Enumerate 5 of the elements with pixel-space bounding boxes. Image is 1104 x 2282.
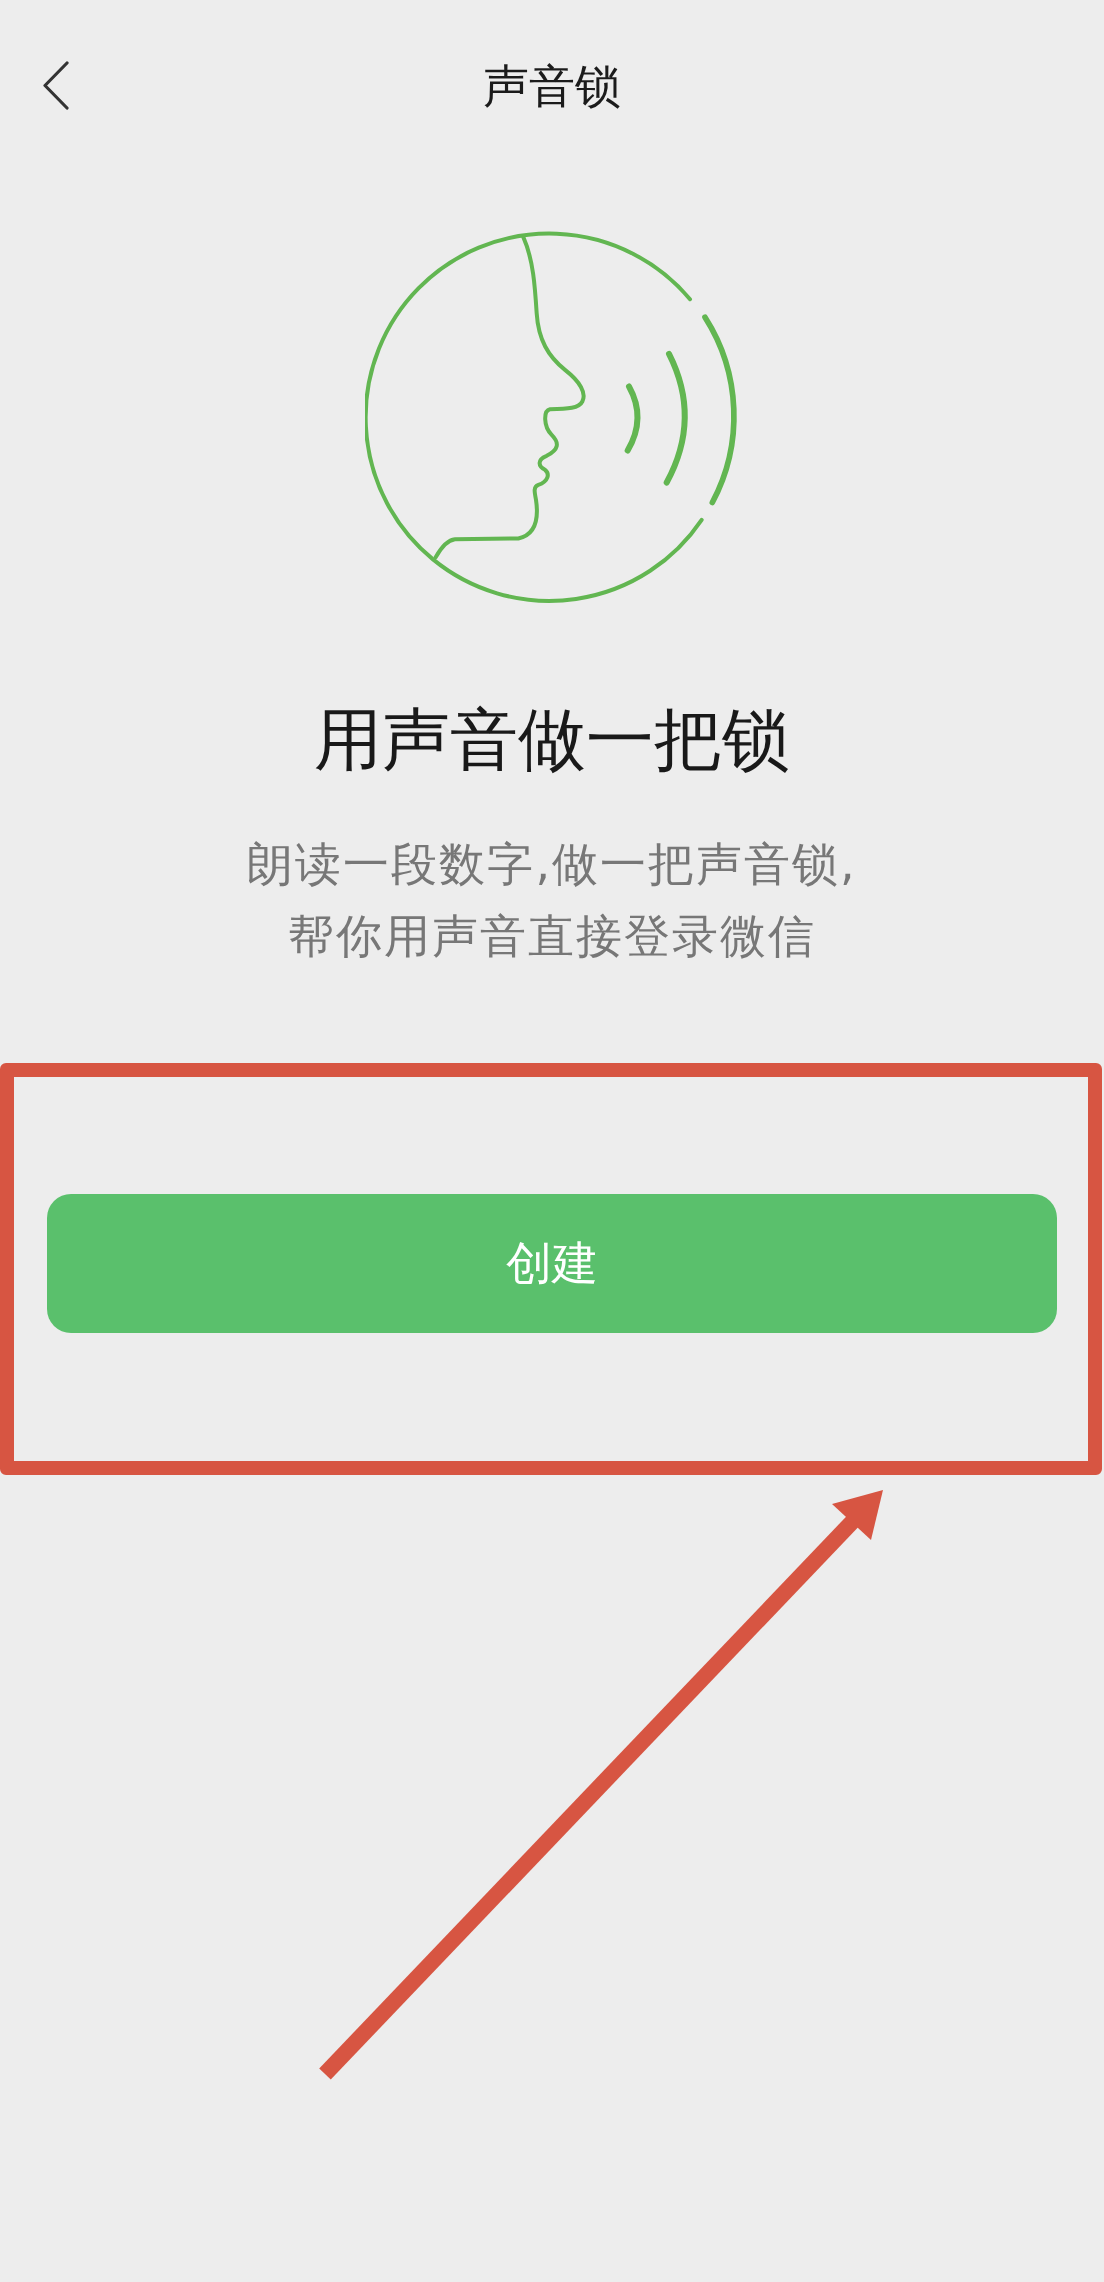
description: 朗读一段数字,做一把声音锁, 帮你用声音直接登录微信 bbox=[247, 836, 857, 965]
heading: 用声音做一把锁 bbox=[314, 700, 790, 780]
create-button[interactable]: 创建 bbox=[47, 1194, 1057, 1333]
back-icon[interactable] bbox=[42, 61, 70, 111]
page-title: 声音锁 bbox=[483, 58, 621, 115]
